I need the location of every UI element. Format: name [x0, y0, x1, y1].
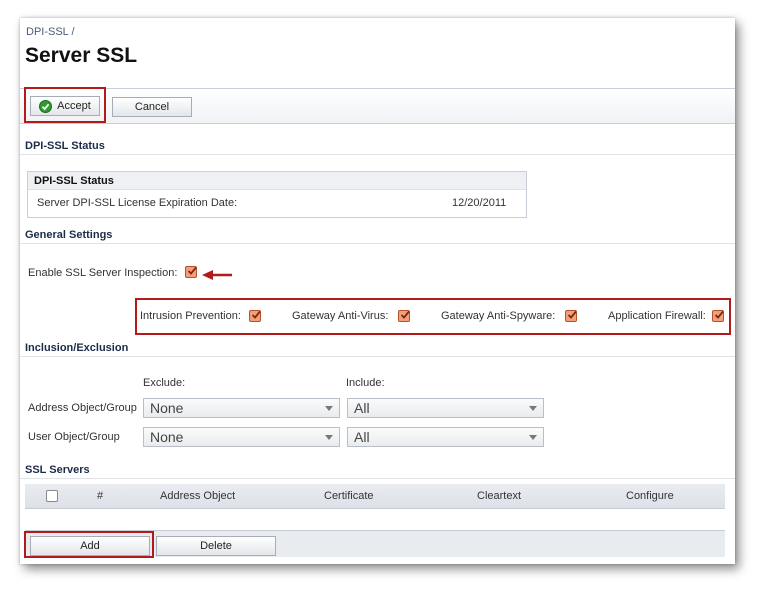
- enable-inspection-label: Enable SSL Server Inspection:: [28, 267, 178, 279]
- toolbar: Accept Cancel: [20, 87, 735, 124]
- gateway-anti-virus-label: Gateway Anti-Virus:: [292, 310, 389, 322]
- status-box: DPI-SSL Status Server DPI-SSL License Ex…: [27, 171, 527, 218]
- chevron-down-icon: [325, 435, 333, 440]
- address-exclude-select[interactable]: None: [143, 398, 340, 418]
- general-settings-heading: General Settings: [25, 229, 113, 241]
- address-include-select[interactable]: All: [347, 398, 544, 418]
- divider: [20, 154, 735, 155]
- intrusion-prevention-label: Intrusion Prevention:: [140, 310, 241, 322]
- status-section-heading: DPI-SSL Status: [25, 140, 105, 152]
- exclude-header: Exclude:: [143, 377, 186, 389]
- cancel-button[interactable]: Cancel: [112, 97, 192, 117]
- chevron-down-icon: [529, 406, 537, 411]
- column-header-address-object[interactable]: Address Object: [160, 490, 235, 502]
- column-header-certificate[interactable]: Certificate: [324, 490, 374, 502]
- check-icon: [400, 310, 410, 319]
- select-all-checkbox[interactable]: [46, 490, 58, 502]
- delete-button[interactable]: Delete: [156, 536, 276, 556]
- server-ssl-panel: DPI-SSL / Server SSL Accept Cancel DPI-S…: [20, 18, 735, 564]
- divider: [20, 478, 735, 479]
- check-icon: [714, 310, 724, 319]
- intrusion-prevention-checkbox[interactable]: [249, 310, 261, 322]
- divider: [20, 243, 735, 244]
- gateway-anti-spyware-checkbox[interactable]: [565, 310, 577, 322]
- expiration-value: 12/20/2011: [452, 197, 507, 209]
- add-label: Add: [80, 540, 100, 552]
- user-include-select[interactable]: All: [347, 427, 544, 447]
- accept-button[interactable]: Accept: [30, 96, 100, 116]
- column-header-cleartext[interactable]: Cleartext: [477, 490, 521, 502]
- application-firewall-label: Application Firewall:: [608, 310, 706, 322]
- include-header: Include:: [346, 377, 385, 389]
- user-exclude-select[interactable]: None: [143, 427, 340, 447]
- status-box-title: DPI-SSL Status: [34, 175, 114, 187]
- accept-label: Accept: [57, 100, 91, 112]
- inclusion-heading: Inclusion/Exclusion: [25, 342, 129, 354]
- address-object-label: Address Object/Group: [28, 402, 137, 414]
- user-exclude-value: None: [150, 429, 184, 445]
- check-circle-icon: [39, 99, 53, 113]
- ssl-servers-table-header: # Address Object Certificate Cleartext C…: [25, 484, 725, 509]
- arrow-left-icon: [201, 267, 233, 285]
- column-header-configure[interactable]: Configure: [626, 490, 674, 502]
- enable-inspection-checkbox[interactable]: [185, 266, 197, 278]
- column-header-number[interactable]: #: [97, 490, 103, 502]
- cancel-label: Cancel: [134, 101, 170, 113]
- ssl-servers-heading: SSL Servers: [25, 464, 90, 476]
- add-button[interactable]: Add: [30, 536, 150, 556]
- check-icon: [567, 310, 577, 319]
- chevron-down-icon: [325, 406, 333, 411]
- expiration-label: Server DPI-SSL License Expiration Date:: [37, 197, 238, 209]
- check-icon: [251, 310, 261, 319]
- chevron-down-icon: [529, 435, 537, 440]
- gateway-anti-virus-checkbox[interactable]: [398, 310, 410, 322]
- divider: [20, 356, 735, 357]
- check-icon: [187, 266, 197, 275]
- page-title: Server SSL: [25, 44, 138, 67]
- user-include-value: All: [354, 429, 370, 445]
- application-firewall-checkbox[interactable]: [712, 310, 724, 322]
- breadcrumb[interactable]: DPI-SSL /: [26, 26, 75, 38]
- delete-label: Delete: [200, 540, 232, 552]
- user-object-label: User Object/Group: [28, 431, 120, 443]
- address-include-value: All: [354, 400, 370, 416]
- address-exclude-value: None: [150, 400, 184, 416]
- gateway-anti-spyware-label: Gateway Anti-Spyware:: [441, 310, 556, 322]
